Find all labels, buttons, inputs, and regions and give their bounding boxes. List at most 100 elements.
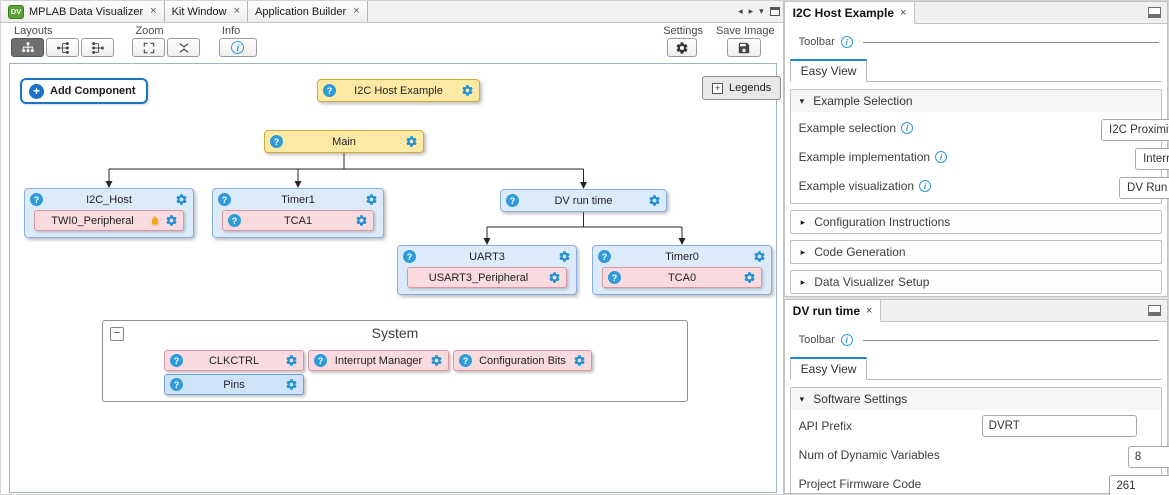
gear-icon[interactable] bbox=[558, 250, 571, 263]
help-icon[interactable]: ? bbox=[170, 378, 183, 391]
add-component-button[interactable]: + Add Component bbox=[20, 78, 148, 104]
tab-i2c-host-example[interactable]: I2C Host Example × bbox=[785, 2, 916, 24]
gear-icon[interactable] bbox=[285, 354, 298, 367]
node-main[interactable]: ? Main bbox=[264, 130, 424, 153]
example-implementation-dropdown[interactable]: Interrupts with callbacks bbox=[1135, 148, 1169, 170]
api-prefix-input[interactable] bbox=[982, 415, 1137, 437]
help-icon[interactable]: ? bbox=[608, 271, 621, 284]
gear-icon[interactable] bbox=[648, 194, 661, 207]
software-settings-header[interactable]: ▾ Software Settings bbox=[791, 388, 1161, 410]
info-icon[interactable]: i bbox=[935, 151, 947, 163]
help-icon[interactable]: ? bbox=[506, 194, 519, 207]
gear-icon[interactable] bbox=[165, 214, 178, 227]
gear-icon[interactable] bbox=[753, 250, 766, 263]
scroll-tabs-left-icon[interactable]: ◂ bbox=[738, 7, 743, 16]
layout-horizontal-tree-button[interactable] bbox=[46, 38, 79, 57]
settings-button[interactable] bbox=[667, 38, 697, 57]
info-icon[interactable]: i bbox=[841, 334, 853, 346]
node-timer0[interactable]: ? Timer0 ? TCA0 bbox=[592, 245, 772, 295]
minimize-icon[interactable] bbox=[1148, 7, 1161, 18]
gear-icon[interactable] bbox=[461, 84, 474, 97]
tab-easy-view[interactable]: Easy View bbox=[790, 357, 868, 380]
gear-icon[interactable] bbox=[743, 271, 756, 284]
panel-body: Toolbar i Easy View ▾ Software Settings … bbox=[785, 322, 1167, 495]
num-dynamic-variables-stepper[interactable] bbox=[1128, 446, 1169, 468]
legends-button[interactable]: + Legends bbox=[702, 76, 781, 100]
help-icon[interactable]: ? bbox=[314, 354, 327, 367]
node-i2c-host-example[interactable]: ? I2C Host Example bbox=[317, 79, 480, 102]
tab-application-builder[interactable]: Application Builder × bbox=[248, 1, 368, 22]
section-configuration-instructions[interactable]: ▸ Configuration Instructions bbox=[790, 210, 1162, 234]
zoom-collapse-button[interactable] bbox=[167, 38, 200, 57]
example-selection-dropdown[interactable]: I2C Proximity Sensor bbox=[1101, 119, 1169, 141]
tab-easy-view[interactable]: Easy View bbox=[790, 59, 868, 82]
chevron-right-icon: ▸ bbox=[801, 248, 806, 257]
gear-icon[interactable] bbox=[285, 378, 298, 391]
tab-dv-run-time[interactable]: DV run time × bbox=[785, 300, 882, 322]
node-twi0-peripheral[interactable]: TWI0_Peripheral bbox=[34, 210, 184, 231]
gear-icon[interactable] bbox=[355, 214, 368, 227]
info-button[interactable]: i bbox=[219, 38, 257, 57]
close-icon[interactable]: × bbox=[353, 6, 359, 17]
field-example-selection: Example selection i I2C Proximity Sensor bbox=[799, 115, 1153, 141]
node-interrupt-manager[interactable]: ? Interrupt Manager bbox=[308, 350, 449, 371]
close-icon[interactable]: × bbox=[866, 305, 872, 317]
node-usart3-peripheral[interactable]: USART3_Peripheral bbox=[407, 267, 567, 288]
layout-mirrored-tree-button[interactable] bbox=[81, 38, 114, 57]
node-pins[interactable]: ? Pins bbox=[164, 374, 304, 395]
gear-icon[interactable] bbox=[405, 135, 418, 148]
application-diagram-canvas[interactable]: + Add Component + Legends ? I2C Host Exa… bbox=[9, 63, 777, 493]
close-icon[interactable]: × bbox=[234, 6, 240, 17]
gear-icon[interactable] bbox=[365, 193, 378, 206]
node-uart3[interactable]: ? UART3 USART3_Peripheral bbox=[397, 245, 577, 295]
close-icon[interactable]: × bbox=[900, 7, 906, 19]
project-firmware-code-stepper[interactable] bbox=[1109, 475, 1169, 495]
maximize-icon[interactable] bbox=[770, 7, 780, 16]
help-icon[interactable]: ? bbox=[270, 135, 283, 148]
node-clkctrl[interactable]: ? CLKCTRL bbox=[164, 350, 304, 371]
example-selection-header[interactable]: ▾ Example Selection bbox=[791, 90, 1161, 112]
node-tca0[interactable]: ? TCA0 bbox=[602, 267, 762, 288]
layout-vertical-tree-button[interactable] bbox=[11, 38, 44, 57]
node-tca1[interactable]: ? TCA1 bbox=[222, 210, 374, 231]
project-firmware-code-input[interactable] bbox=[1109, 475, 1169, 495]
help-icon[interactable]: ? bbox=[403, 250, 416, 263]
notification-bell-icon[interactable] bbox=[149, 215, 161, 227]
example-visualization-dropdown[interactable]: DV Run Time bbox=[1119, 177, 1169, 199]
help-icon[interactable]: ? bbox=[459, 354, 472, 367]
collapse-system-button[interactable]: − bbox=[110, 327, 124, 341]
system-group: − System ? CLKCTRL ? Interrupt Manager ?… bbox=[102, 320, 688, 402]
save-image-button[interactable] bbox=[727, 38, 761, 57]
toolbar-collapsible-row[interactable]: Toolbar i bbox=[793, 33, 1159, 51]
node-i2c-host[interactable]: ? I2C_Host TWI0_Peripheral bbox=[24, 188, 194, 238]
minimize-icon[interactable] bbox=[1148, 305, 1161, 316]
info-icon[interactable]: i bbox=[901, 122, 913, 134]
node-timer1[interactable]: ? Timer1 ? TCA1 bbox=[212, 188, 384, 238]
help-icon[interactable]: ? bbox=[170, 354, 183, 367]
tab-label: Kit Window bbox=[172, 6, 227, 18]
node-title: Main bbox=[287, 136, 401, 148]
help-icon[interactable]: ? bbox=[323, 84, 336, 97]
gear-icon[interactable] bbox=[573, 354, 586, 367]
scroll-tabs-right-icon[interactable]: ▸ bbox=[749, 7, 754, 16]
section-data-visualizer-setup[interactable]: ▸ Data Visualizer Setup bbox=[790, 270, 1162, 294]
gear-icon[interactable] bbox=[548, 271, 561, 284]
node-dv-run-time[interactable]: ? DV run time bbox=[500, 189, 667, 212]
help-icon[interactable]: ? bbox=[218, 193, 231, 206]
info-icon[interactable]: i bbox=[919, 180, 931, 192]
tab-mplab-data-visualizer[interactable]: DV MPLAB Data Visualizer × bbox=[1, 1, 165, 22]
node-configuration-bits[interactable]: ? Configuration Bits bbox=[453, 350, 592, 371]
help-icon[interactable]: ? bbox=[228, 214, 241, 227]
close-icon[interactable]: × bbox=[150, 6, 156, 17]
gear-icon[interactable] bbox=[175, 193, 188, 206]
zoom-expand-button[interactable] bbox=[132, 38, 165, 57]
toolbar-collapsible-row[interactable]: Toolbar i bbox=[793, 331, 1159, 349]
gear-icon[interactable] bbox=[430, 354, 443, 367]
num-dynamic-variables-input[interactable] bbox=[1128, 446, 1169, 468]
tab-kit-window[interactable]: Kit Window × bbox=[165, 1, 248, 22]
section-code-generation[interactable]: ▸ Code Generation bbox=[790, 240, 1162, 264]
help-icon[interactable]: ? bbox=[30, 193, 43, 206]
info-icon[interactable]: i bbox=[841, 36, 853, 48]
help-icon[interactable]: ? bbox=[598, 250, 611, 263]
tab-list-dropdown-icon[interactable]: ▾ bbox=[759, 7, 764, 16]
